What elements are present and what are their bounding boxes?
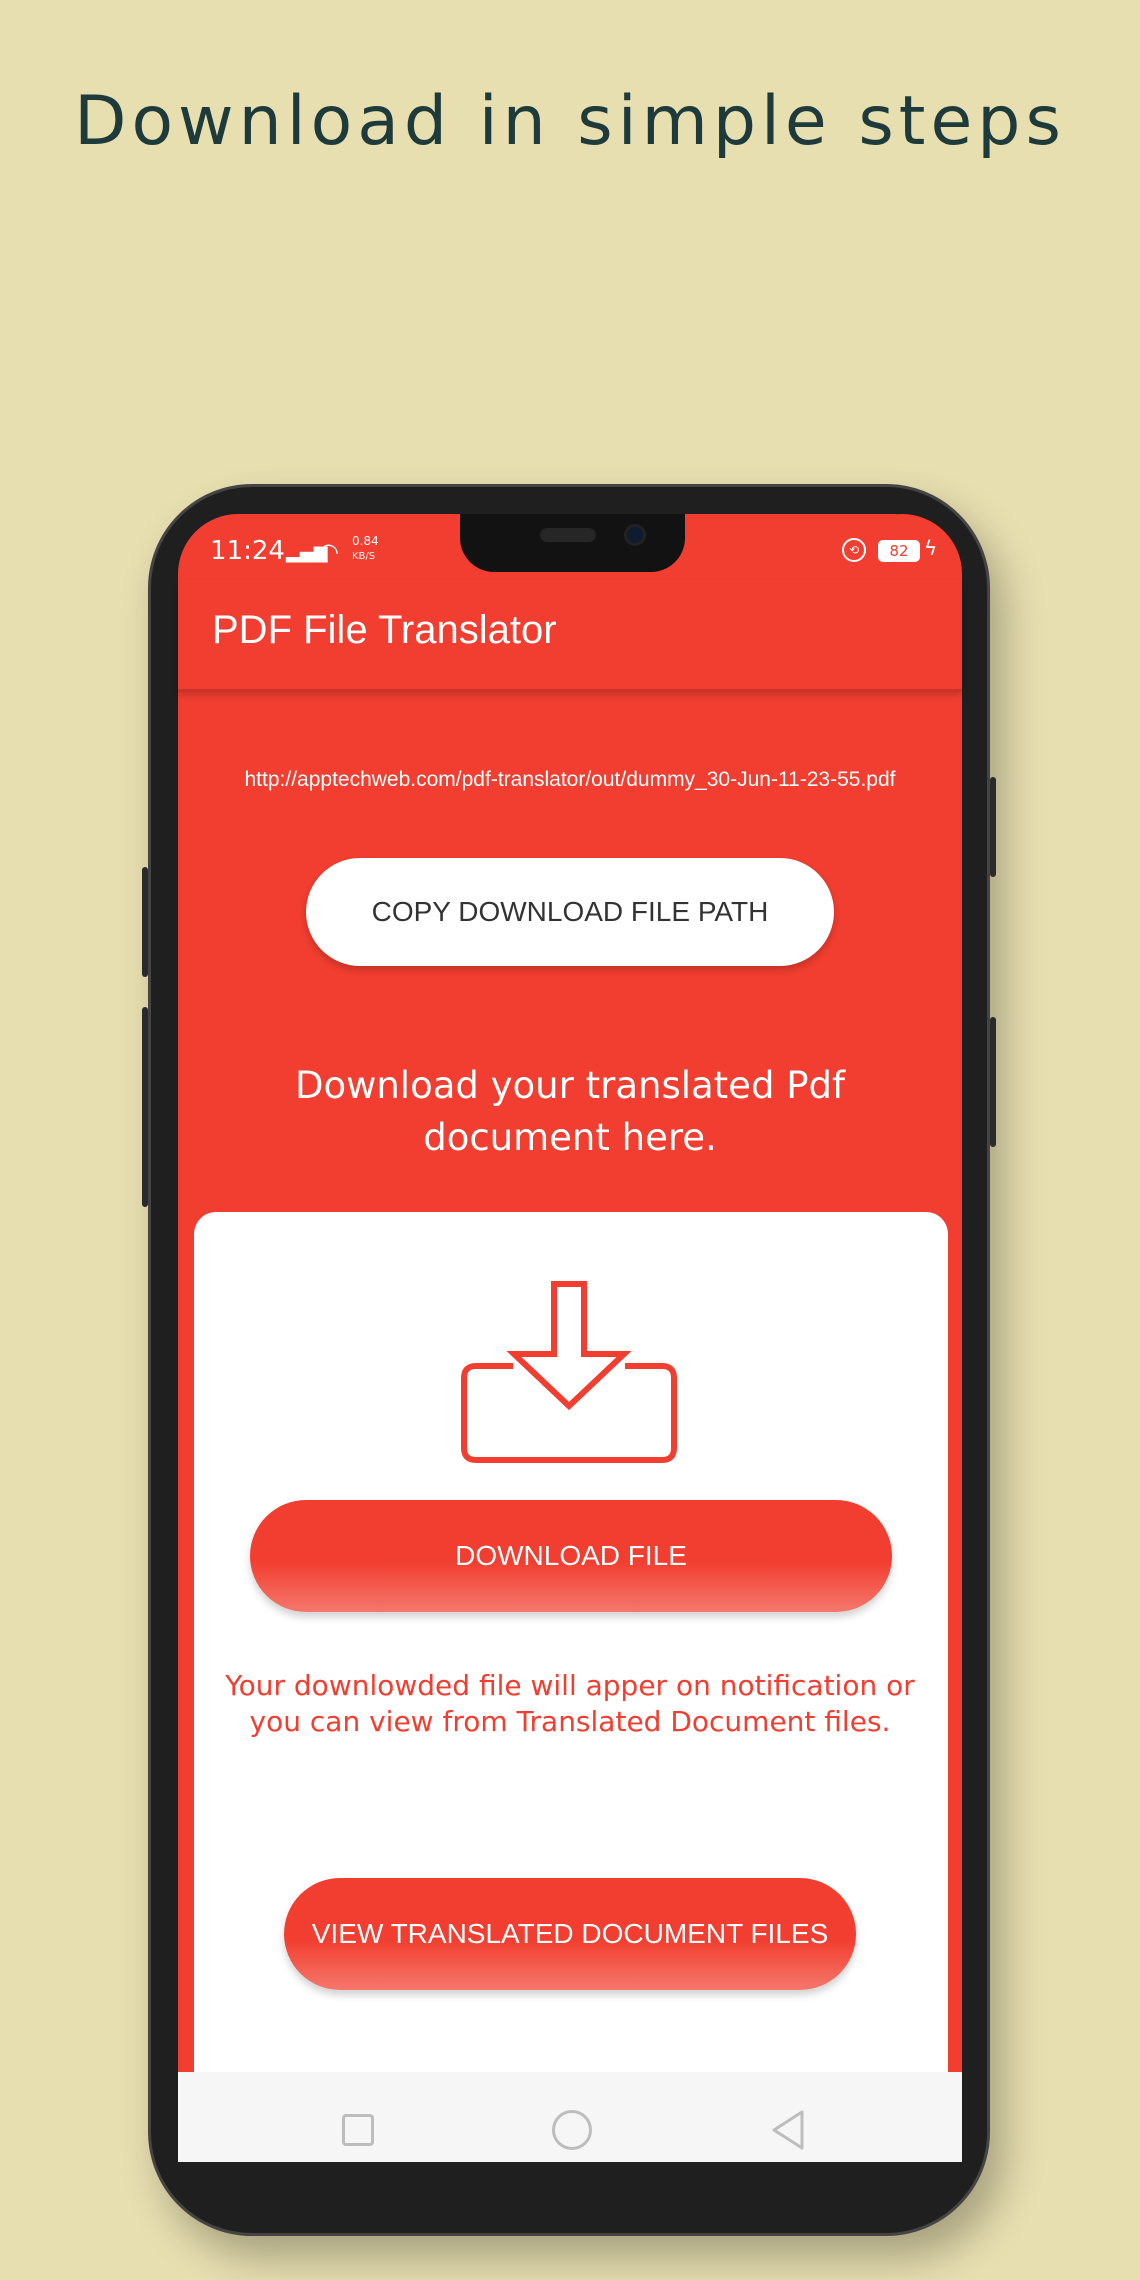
download-file-url: http://apptechweb.com/pdf-translator/out…	[244, 768, 896, 791]
view-translated-files-button[interactable]: VIEW TRANSLATED DOCUMENT FILES	[284, 1878, 856, 1990]
network-speed: 0.84 KB/S	[352, 534, 379, 562]
app-bar: PDF File Translator	[178, 580, 962, 692]
circle-icon[interactable]	[552, 2110, 592, 2150]
camera-notch	[460, 514, 685, 572]
front-camera	[624, 524, 646, 546]
download-note: Your downlowded file will apper on notif…	[225, 1669, 915, 1738]
square-icon[interactable]	[342, 2114, 374, 2146]
copy-download-path-button[interactable]: COPY DOWNLOAD FILE PATH	[306, 858, 834, 966]
download-file-button[interactable]: DOWNLOAD FILE	[250, 1500, 892, 1612]
battery-indicator: 82	[878, 540, 920, 562]
wifi-icon: ◠	[318, 538, 339, 566]
system-nav-bar	[178, 2072, 962, 2162]
app-title: PDF File Translator	[212, 608, 557, 652]
charging-icon: ϟ	[924, 536, 938, 560]
earpiece-speaker	[540, 528, 596, 542]
download-tray-icon	[461, 1281, 677, 1463]
promo-canvas: Download in simple steps 11:24 ▂▄▆ ◠ 0.8…	[0, 0, 1140, 2280]
download-heading: Download your translated Pdf document he…	[294, 1064, 846, 1159]
promo-headline: Download in simple steps	[74, 82, 1066, 161]
triangle-back-icon[interactable]	[768, 2108, 808, 2152]
status-time: 11:24	[210, 536, 285, 566]
rotation-lock-icon: ⟲	[842, 538, 866, 562]
